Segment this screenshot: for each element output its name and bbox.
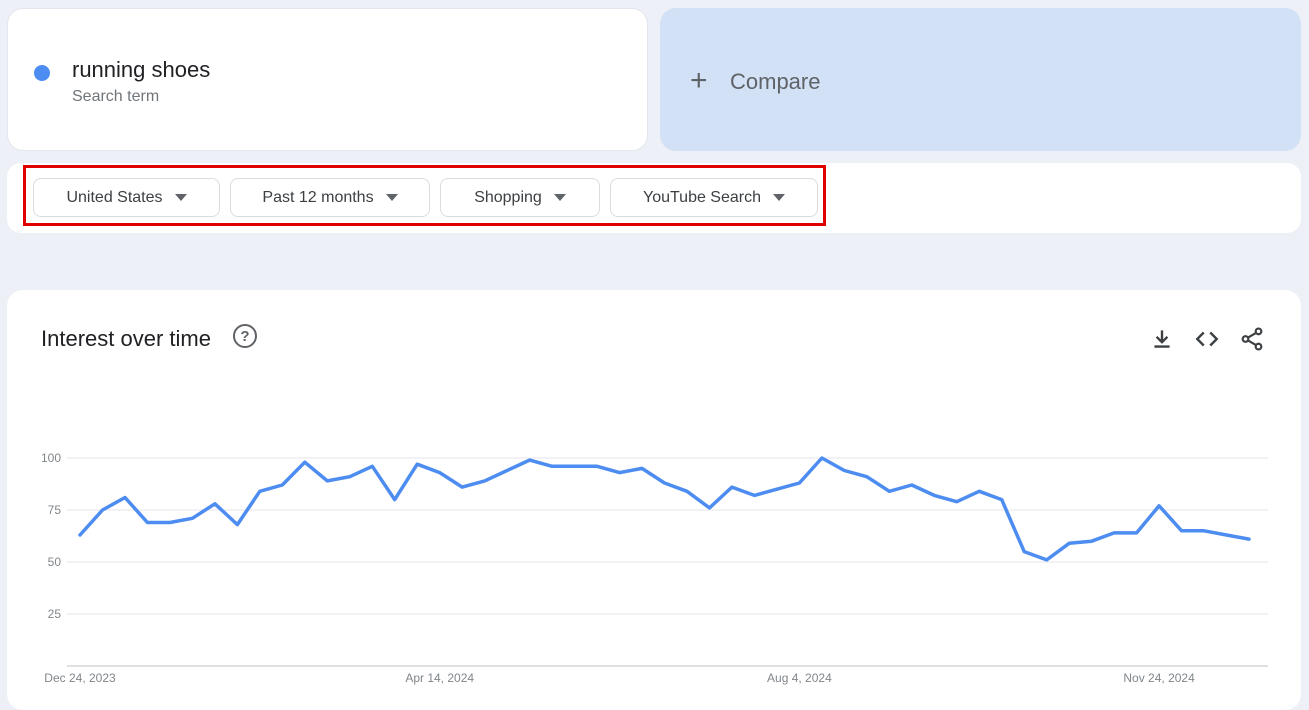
compare-button[interactable]: + Compare	[660, 8, 1301, 151]
interest-line-chart: 25 50 75 100 Dec 24, 2023 Apr 14, 2024 Aug 4, …	[41, 451, 1268, 685]
search-term-card[interactable]: running shoes Search term	[7, 8, 648, 151]
y-tick-label: 100	[41, 451, 61, 465]
chart-axis-labels: 25 50 75 100 Dec 24, 2023 Apr 14, 2024 Aug 4, …	[41, 451, 1195, 685]
y-tick-label: 75	[48, 503, 62, 517]
x-tick-label: Nov 24, 2024	[1123, 671, 1195, 685]
search-term-name[interactable]: running shoes	[72, 57, 210, 83]
search-term-subtitle: Search term	[72, 88, 160, 105]
x-tick-label: Aug 4, 2024	[767, 671, 832, 685]
filter-highlight-box	[23, 165, 826, 226]
y-tick-label: 50	[48, 555, 62, 569]
compare-label: Compare	[730, 69, 821, 94]
series-color-dot	[34, 65, 50, 81]
x-tick-label: Dec 24, 2023	[44, 671, 116, 685]
y-tick-label: 25	[48, 607, 62, 621]
chart-grid	[67, 457, 1268, 667]
interest-over-time-card: Interest over time ? 25 50 75 100 Dec 24, 20…	[7, 290, 1301, 710]
plus-icon: +	[690, 64, 708, 97]
series-line-0	[78, 456, 1251, 562]
x-tick-label: Apr 14, 2024	[405, 671, 474, 685]
chart-series	[78, 456, 1251, 562]
